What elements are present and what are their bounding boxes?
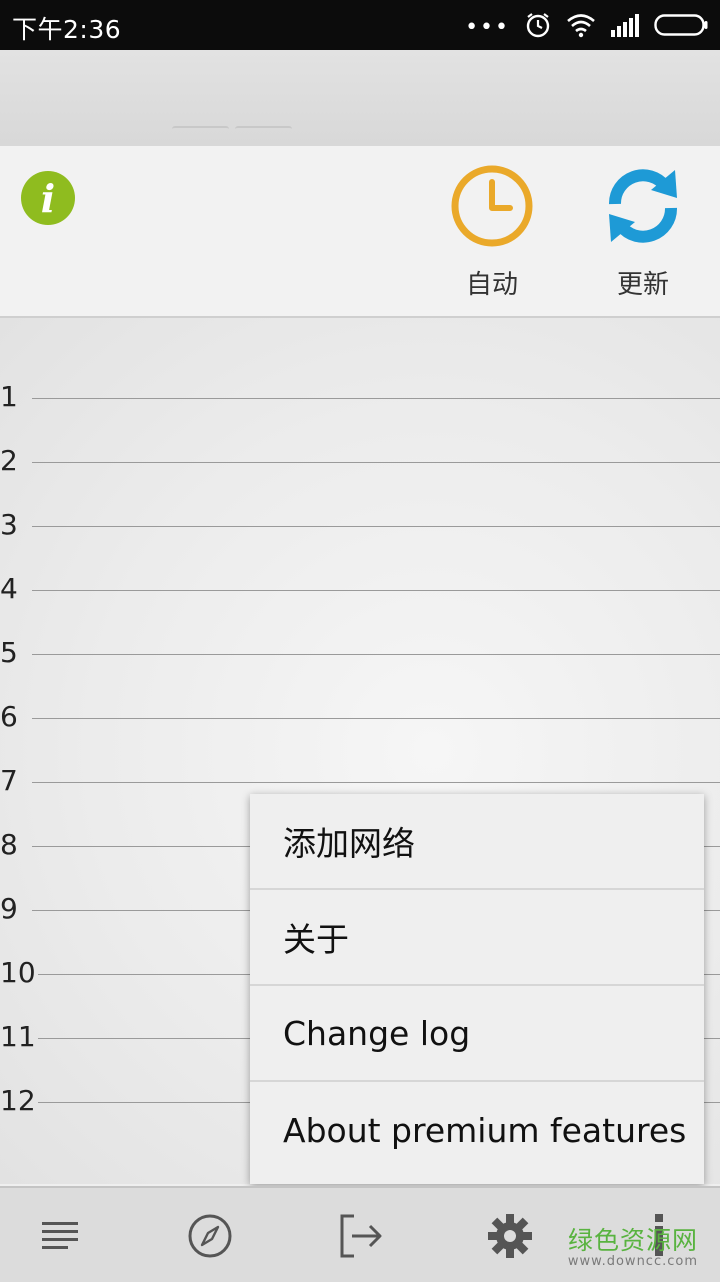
toolbar: i 自动 更新 bbox=[0, 146, 720, 318]
menu-item-about[interactable]: 关于 bbox=[250, 890, 704, 986]
watermark-url: www.downcc.com bbox=[567, 1254, 698, 1269]
channel-number: 11 bbox=[0, 1020, 36, 1053]
channel-row: 5 bbox=[0, 636, 720, 700]
auto-button[interactable]: 自动 bbox=[447, 164, 537, 301]
status-bar: 下午2:36 ••• bbox=[0, 0, 720, 50]
status-time: 下午2:36 bbox=[12, 15, 122, 44]
gear-icon bbox=[488, 1214, 532, 1258]
watermark-title: 绿色资源网 bbox=[567, 1226, 698, 1255]
info-icon: i bbox=[21, 171, 75, 225]
tab-indicator bbox=[172, 126, 292, 132]
channel-number: 4 bbox=[0, 572, 18, 605]
menu-item-premium-features[interactable]: About premium features bbox=[250, 1082, 704, 1178]
watermark: 绿色资源网 www.downcc.com bbox=[568, 1228, 698, 1268]
alarm-icon bbox=[526, 13, 550, 38]
channel-number: 6 bbox=[0, 700, 18, 733]
clock-icon bbox=[451, 165, 533, 247]
channel-number: 12 bbox=[0, 1084, 36, 1117]
menu-item-add-network[interactable]: 添加网络 bbox=[250, 794, 704, 890]
channel-number: 9 bbox=[0, 892, 18, 925]
nav-export-button[interactable] bbox=[336, 1212, 386, 1260]
update-button[interactable]: 更新 bbox=[598, 164, 688, 301]
channel-number: 8 bbox=[0, 828, 18, 861]
channel-number: 3 bbox=[0, 508, 18, 541]
overflow-menu: 添加网络 关于 Change log About premium feature… bbox=[250, 794, 704, 1184]
wifi-icon bbox=[567, 14, 595, 38]
channel-number: 1 bbox=[0, 380, 18, 413]
app-bar bbox=[0, 50, 720, 148]
channel-row: 4 bbox=[0, 572, 720, 636]
nav-settings-button[interactable] bbox=[485, 1212, 535, 1260]
refresh-icon bbox=[609, 169, 677, 243]
channel-row: 1 bbox=[0, 380, 720, 444]
list-icon bbox=[42, 1222, 78, 1249]
nav-compass-button[interactable] bbox=[185, 1212, 235, 1260]
status-icons: ••• bbox=[465, 8, 708, 42]
export-icon bbox=[340, 1214, 382, 1258]
channel-row: 2 bbox=[0, 444, 720, 508]
svg-text:i: i bbox=[41, 176, 55, 221]
more-dots-icon: ••• bbox=[465, 14, 510, 40]
menu-item-change-log[interactable]: Change log bbox=[250, 986, 704, 1082]
update-label: 更新 bbox=[616, 270, 669, 300]
nav-list-button[interactable] bbox=[36, 1212, 86, 1260]
battery-icon bbox=[654, 14, 708, 36]
compass-icon bbox=[188, 1214, 232, 1258]
channel-number: 2 bbox=[0, 444, 18, 477]
auto-label: 自动 bbox=[465, 270, 518, 300]
channel-row: 3 bbox=[0, 508, 720, 572]
channel-number: 5 bbox=[0, 636, 18, 669]
info-button[interactable]: i bbox=[20, 170, 76, 226]
channel-number: 10 bbox=[0, 956, 36, 989]
signal-icon bbox=[611, 14, 639, 37]
channel-row: 6 bbox=[0, 700, 720, 764]
channel-number: 7 bbox=[0, 764, 18, 797]
